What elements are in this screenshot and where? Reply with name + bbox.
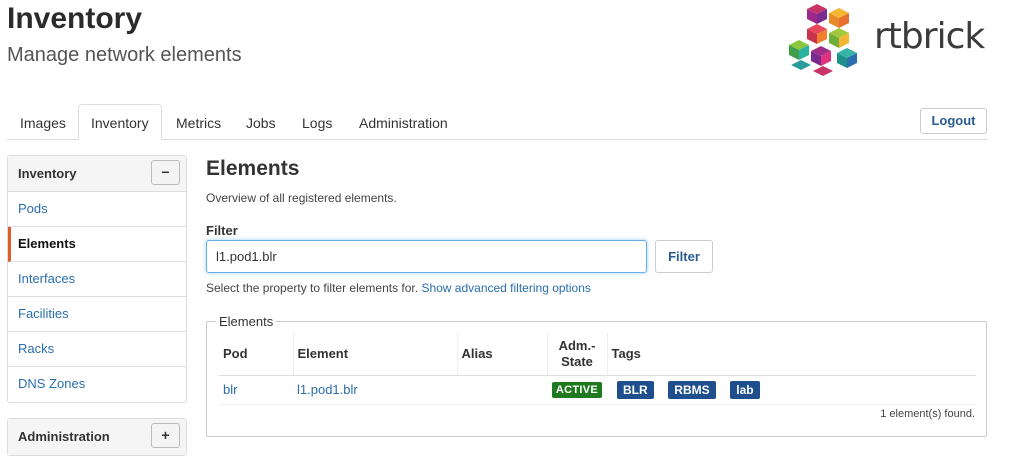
app-title: Inventory — [7, 2, 143, 35]
logo-cubes-icon — [789, 4, 857, 76]
sidebar-item-elements[interactable]: Elements — [8, 227, 186, 262]
filter-label: Filter — [206, 223, 238, 238]
filter-help: Select the property to filter elements f… — [206, 281, 591, 295]
main-tabs: Images Inventory Metrics Jobs Logs Admin… — [7, 104, 988, 140]
tab-inventory[interactable]: Inventory — [78, 104, 162, 140]
pod-link[interactable]: blr — [223, 382, 237, 397]
cell-adm-state: ACTIVE — [547, 375, 607, 405]
sidebar-item-pods[interactable]: Pods — [8, 192, 186, 227]
rtbrick-logo: rtbrick — [787, 2, 992, 78]
logout-button[interactable]: Logout — [920, 108, 987, 134]
collapse-inventory-button[interactable]: − — [151, 160, 180, 185]
status-badge: ACTIVE — [551, 382, 603, 398]
tag-badge[interactable]: BLR — [617, 380, 654, 399]
sidebar-item-facilities[interactable]: Facilities — [8, 297, 186, 332]
tab-metrics[interactable]: Metrics — [163, 104, 234, 140]
filter-input[interactable] — [206, 240, 647, 273]
table-row: blr l1.pod1.blr ACTIVE BLR RBMS lab — [219, 375, 976, 405]
advanced-filter-link[interactable]: Show advanced filtering options — [421, 281, 590, 295]
table-header-row: Pod Element Alias Adm.-State Tags — [219, 333, 976, 376]
cell-tags: BLR RBMS lab — [607, 375, 976, 405]
adm-state-header-label: Adm.-State — [558, 337, 596, 369]
sidebar-inventory-panel: Inventory − Pods Elements Interfaces Fac… — [7, 155, 187, 403]
element-link[interactable]: l1.pod1.blr — [297, 382, 358, 397]
cell-element: l1.pod1.blr — [293, 375, 457, 405]
elements-fieldset: Elements Pod Element Alias Adm.-State Ta… — [206, 314, 987, 437]
sidebar-item-racks[interactable]: Racks — [8, 332, 186, 367]
logo-text: rtbrick — [874, 16, 985, 57]
expand-administration-button[interactable]: + — [151, 423, 180, 448]
page-title: Elements — [206, 157, 300, 180]
tab-jobs[interactable]: Jobs — [233, 104, 289, 140]
sidebar-inventory-header: Inventory − — [8, 156, 186, 192]
app-subtitle: Manage network elements — [7, 44, 242, 66]
result-count: 1 element(s) found. — [880, 408, 975, 420]
sidebar-item-interfaces[interactable]: Interfaces — [8, 262, 186, 297]
tab-logs[interactable]: Logs — [289, 104, 345, 140]
page-description: Overview of all registered elements. — [206, 191, 397, 205]
sidebar-administration-header: Administration + — [8, 419, 186, 455]
sidebar-item-dns-zones[interactable]: DNS Zones — [8, 367, 186, 402]
column-header-tags[interactable]: Tags — [607, 333, 976, 376]
sidebar-inventory-heading: Inventory — [18, 166, 77, 181]
tag-badge[interactable]: RBMS — [668, 380, 716, 399]
tag-badge[interactable]: lab — [730, 380, 760, 399]
tab-administration[interactable]: Administration — [346, 104, 461, 140]
column-header-element[interactable]: Element — [293, 333, 458, 376]
elements-legend: Elements — [216, 314, 277, 329]
sidebar-administration-panel: Administration + — [7, 418, 187, 456]
column-header-pod[interactable]: Pod — [219, 333, 294, 376]
sidebar-administration-heading: Administration — [18, 429, 110, 444]
column-header-alias[interactable]: Alias — [457, 333, 548, 376]
tab-images[interactable]: Images — [7, 104, 79, 140]
filter-button[interactable]: Filter — [655, 240, 713, 273]
cell-pod: blr — [219, 375, 293, 405]
filter-help-text: Select the property to filter elements f… — [206, 281, 419, 295]
cell-alias — [457, 375, 547, 405]
column-header-adm-state[interactable]: Adm.-State — [547, 333, 608, 376]
elements-table: Pod Element Alias Adm.-State Tags blr l1… — [219, 333, 976, 405]
